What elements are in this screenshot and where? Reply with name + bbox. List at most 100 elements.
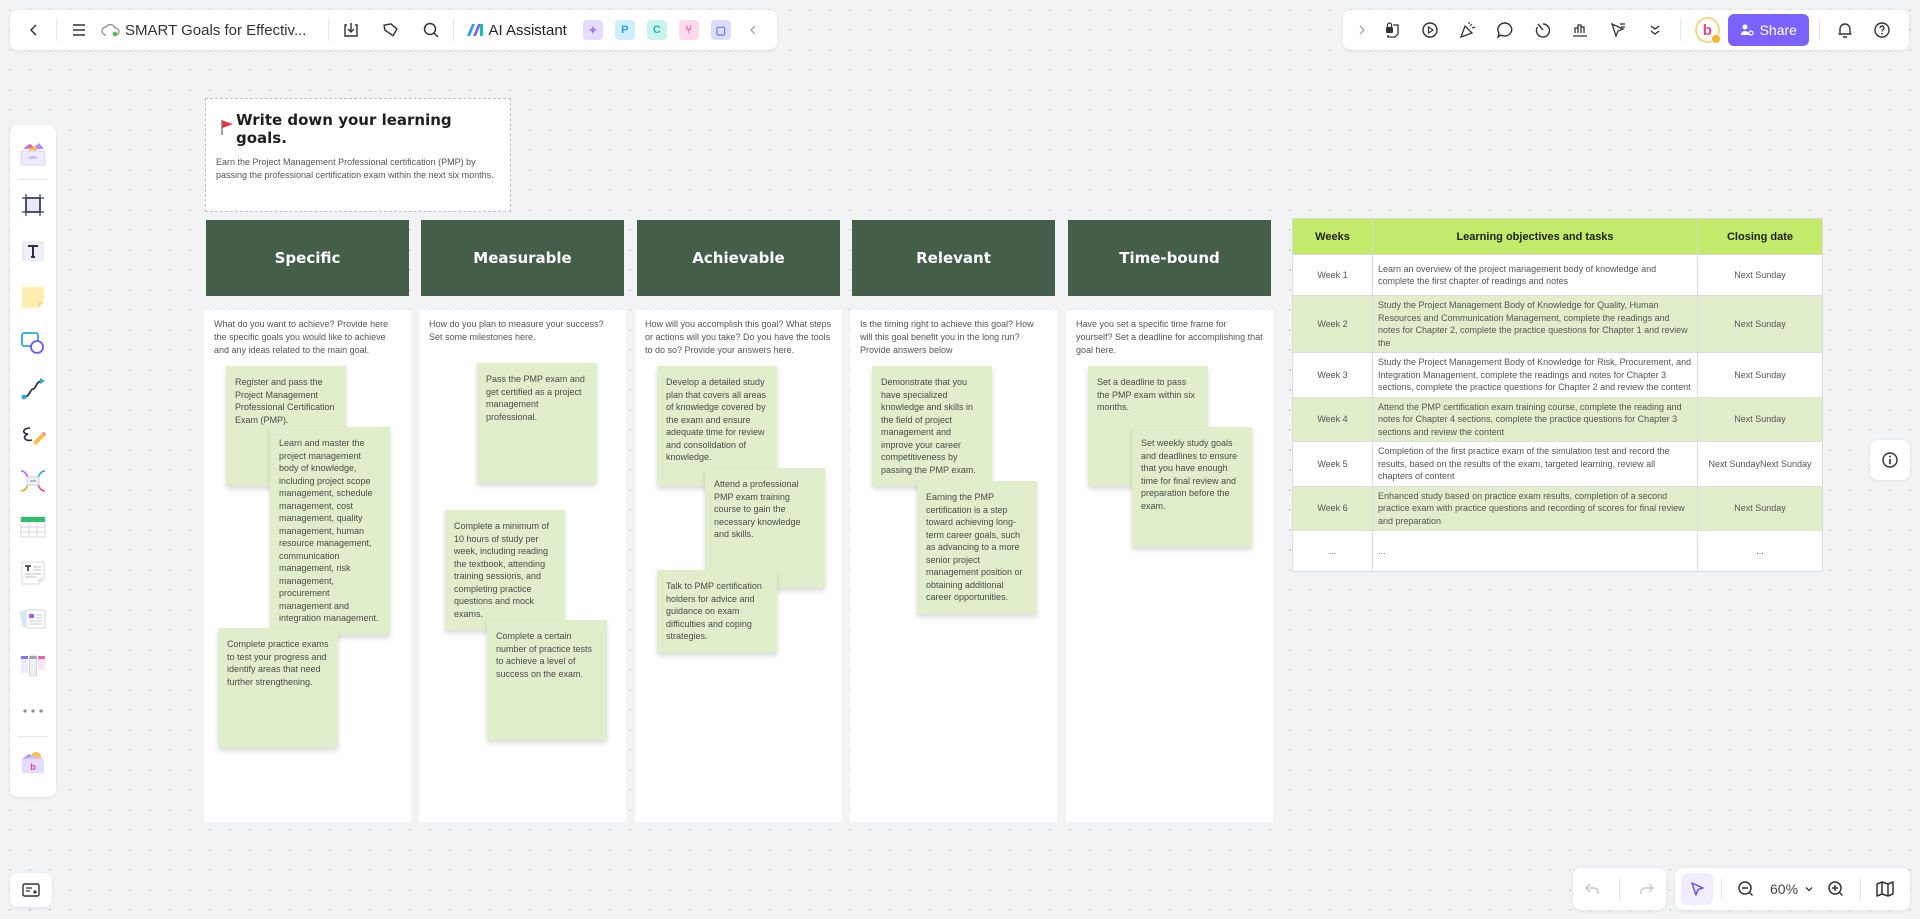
app-shortcut-p-app[interactable]: P: [614, 20, 635, 40]
tool-templates[interactable]: [15, 136, 51, 172]
minimap-button[interactable]: [1869, 873, 1901, 905]
zoom-out-button[interactable]: [1730, 873, 1762, 905]
sticky-note[interactable]: Talk to PMP certification holders for ad…: [657, 570, 777, 653]
week-cell[interactable]: Week 5: [1292, 441, 1373, 487]
share-button[interactable]: Share: [1727, 14, 1809, 46]
help-icon: [1873, 21, 1891, 39]
task-cell[interactable]: Attend the PMP certification exam traini…: [1372, 396, 1698, 442]
tool-sticky-note[interactable]: [15, 279, 51, 315]
task-cell[interactable]: Learn an overview of the project managem…: [1372, 254, 1698, 296]
chevron-left-icon: [26, 22, 42, 38]
weekly-plan-table[interactable]: Weeks Learning objectives and tasks Clos…: [1292, 218, 1823, 572]
task-cell[interactable]: Study the Project Management Body of Kno…: [1372, 352, 1698, 398]
divider: [1680, 19, 1682, 41]
week-cell[interactable]: ...: [1292, 530, 1373, 572]
comment-button[interactable]: [1488, 14, 1522, 46]
document-title[interactable]: SMART Goals for Effectiv...: [125, 22, 306, 39]
task-cell[interactable]: Study the Project Management Body of Kno…: [1372, 295, 1698, 353]
sticky-note[interactable]: Complete practice exams to test your pro…: [218, 628, 338, 748]
learning-goal-card[interactable]: Write down your learning goals. Earn the…: [205, 98, 511, 212]
ai-assistant-button[interactable]: AI Assistant: [466, 22, 567, 39]
week-cell[interactable]: Week 1: [1292, 254, 1373, 296]
table-row[interactable]: Week 6 Enhanced study based on practice e…: [1292, 485, 1823, 531]
closing-date-cell[interactable]: Next SundayNext Sunday: [1697, 441, 1823, 487]
divider: [453, 19, 455, 41]
zoom-level[interactable]: 60%: [1770, 881, 1798, 897]
notifications-button[interactable]: [1828, 14, 1862, 46]
tool-text-doc[interactable]: [15, 555, 51, 591]
task-cell[interactable]: Completion of the first practice exam of…: [1372, 441, 1698, 487]
sticky-note[interactable]: Pass the PMP exam and get certified as a…: [477, 363, 597, 483]
table-row[interactable]: Week 5 Completion of the first practice e…: [1292, 441, 1823, 487]
closing-date-cell[interactable]: Next Sunday: [1697, 254, 1823, 296]
sticky-note[interactable]: Complete a minimum of 10 hours of study …: [445, 510, 565, 630]
info-button[interactable]: [1870, 440, 1910, 480]
sticky-note[interactable]: Complete a certain number of practice te…: [487, 620, 607, 740]
tool-more[interactable]: [15, 693, 51, 729]
tool-connector[interactable]: [15, 371, 51, 407]
back-button[interactable]: [18, 14, 50, 46]
timer-button[interactable]: [1526, 14, 1560, 46]
download-button[interactable]: [335, 14, 367, 46]
help-button[interactable]: [1865, 14, 1899, 46]
closing-date-cell[interactable]: ...: [1697, 530, 1823, 572]
smart-header-time-bound[interactable]: Time-bound: [1068, 220, 1271, 296]
smart-header-achievable[interactable]: Achievable: [637, 220, 840, 296]
app-shortcut-chat-app[interactable]: ▢: [710, 20, 731, 40]
select-tool-button[interactable]: [1681, 873, 1713, 905]
app-shortcut-c-app[interactable]: C: [646, 20, 667, 40]
tool-kanban[interactable]: [15, 647, 51, 683]
tool-shape[interactable]: [15, 325, 51, 361]
tag-button[interactable]: [375, 14, 407, 46]
outline-toggle-button[interactable]: [10, 873, 52, 907]
more-tools-button[interactable]: [1639, 14, 1673, 46]
smart-header-relevant[interactable]: Relevant: [852, 220, 1055, 296]
app-shortcut-image-app[interactable]: ✦: [582, 20, 603, 40]
file-lock-button[interactable]: [1376, 14, 1410, 46]
week-cell[interactable]: Week 2: [1292, 295, 1373, 353]
table-row[interactable]: Week 4 Attend the PMP certification exam …: [1292, 396, 1823, 442]
redo-button[interactable]: [1631, 873, 1663, 905]
sticky-note[interactable]: Demonstrate that you have specialized kn…: [872, 366, 992, 486]
chevron-down-icon[interactable]: [1804, 884, 1814, 894]
celebrate-button[interactable]: [1451, 14, 1485, 46]
sticky-note[interactable]: Earning the PMP certification is a step …: [917, 481, 1037, 614]
smart-header-measurable[interactable]: Measurable: [421, 220, 624, 296]
table-row[interactable]: Week 2 Study the Project Management Body …: [1292, 295, 1823, 353]
tool-table[interactable]: [15, 509, 51, 545]
task-cell[interactable]: ...: [1372, 530, 1698, 572]
task-cell[interactable]: Enhanced study based on practice exam re…: [1372, 485, 1698, 531]
closing-date-cell[interactable]: Next Sunday: [1697, 295, 1823, 353]
expand-toolbar-button[interactable]: [1353, 14, 1372, 46]
tool-my-apps[interactable]: b: [15, 744, 51, 780]
tool-cards[interactable]: [15, 601, 51, 637]
table-row[interactable]: .........: [1292, 530, 1823, 572]
collapse-apps-button[interactable]: [737, 14, 769, 46]
tool-frame[interactable]: [15, 187, 51, 223]
search-button[interactable]: [415, 14, 447, 46]
closing-date-cell[interactable]: Next Sunday: [1697, 485, 1823, 531]
tool-text[interactable]: [15, 233, 51, 269]
smart-header-specific[interactable]: Specific: [206, 220, 409, 296]
follow-cursor-button[interactable]: [1601, 14, 1635, 46]
week-cell[interactable]: Week 6: [1292, 485, 1373, 531]
sticky-note[interactable]: Set weekly study goals and deadlines to …: [1132, 427, 1252, 547]
main-menu-button[interactable]: [63, 14, 95, 46]
closing-date-cell[interactable]: Next Sunday: [1697, 396, 1823, 442]
sticky-note[interactable]: Learn and master the project management …: [270, 427, 390, 635]
tool-mindmap[interactable]: [15, 463, 51, 499]
week-cell[interactable]: Week 4: [1292, 396, 1373, 442]
week-cell[interactable]: Week 3: [1292, 352, 1373, 398]
tool-pen[interactable]: [15, 417, 51, 453]
goal-heading: Write down your learning goals.: [220, 111, 500, 147]
present-button[interactable]: [1413, 14, 1447, 46]
user-avatar[interactable]: b: [1695, 17, 1721, 44]
table-row[interactable]: Week 1 Learn an overview of the project m…: [1292, 254, 1823, 296]
app-shortcut-mindmap-app[interactable]: ⑂: [678, 20, 699, 40]
zoom-in-button[interactable]: [1820, 873, 1852, 905]
undo-button[interactable]: [1576, 873, 1608, 905]
closing-date-cell[interactable]: Next Sunday: [1697, 352, 1823, 398]
vote-chart-button[interactable]: [1563, 14, 1597, 46]
table-row[interactable]: Week 3 Study the Project Management Body …: [1292, 352, 1823, 398]
cards-icon: [19, 606, 47, 632]
